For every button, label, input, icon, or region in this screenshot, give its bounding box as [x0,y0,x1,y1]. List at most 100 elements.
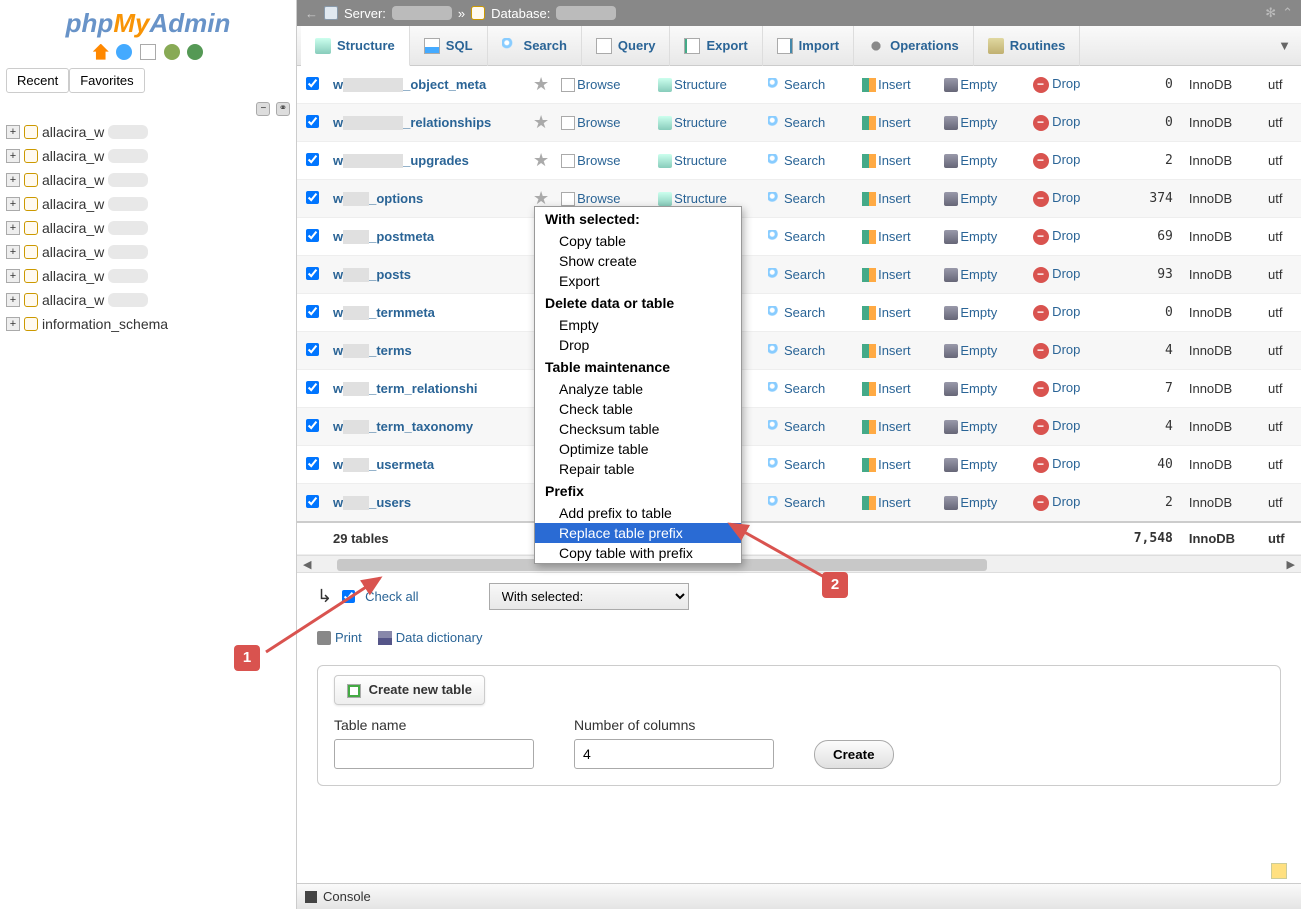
tree-item[interactable]: + allacira_w [6,240,290,264]
collapse-top-icon[interactable]: ⌃ [1282,5,1293,21]
browse-action[interactable]: Browse [555,104,652,142]
checkall-label[interactable]: Check all [365,589,418,604]
data-dictionary-link[interactable]: Data dictionary [378,630,483,645]
ctx-export[interactable]: Export [535,271,741,291]
collapse-all-icon[interactable]: − [256,102,270,116]
empty-action[interactable]: Empty [938,484,1026,523]
table-name[interactable]: w_postmeta [327,218,527,256]
expand-icon[interactable]: + [6,269,20,283]
reload-icon[interactable] [187,44,203,60]
row-checkbox[interactable] [306,419,319,432]
expand-icon[interactable]: + [6,125,20,139]
ctx-empty[interactable]: Empty [535,315,741,335]
insert-action[interactable]: Insert [856,446,938,484]
drop-action[interactable]: − Drop [1027,218,1108,256]
empty-action[interactable]: Empty [938,142,1026,180]
search-action[interactable]: Search [762,180,856,218]
ctx-checksum[interactable]: Checksum table [535,419,741,439]
ctx-check[interactable]: Check table [535,399,741,419]
tab-routines[interactable]: Routines [974,26,1081,66]
browse-action[interactable]: Browse [555,66,652,104]
drop-action[interactable]: − Drop [1027,104,1108,142]
expand-icon[interactable]: + [6,221,20,235]
table-name[interactable]: w_users [327,484,527,523]
database-name-redacted[interactable] [556,6,616,20]
back-icon[interactable]: ← [305,6,318,21]
tree-item[interactable]: + information_schema [6,312,290,336]
console-bar[interactable]: Console [297,883,1301,909]
search-action[interactable]: Search [762,104,856,142]
tab-structure[interactable]: Structure [301,26,410,66]
drop-action[interactable]: − Drop [1027,332,1108,370]
expand-icon[interactable]: + [6,245,20,259]
num-columns-input[interactable] [574,739,774,769]
insert-action[interactable]: Insert [856,218,938,256]
tab-more[interactable]: ▼ [1268,38,1301,53]
search-action[interactable]: Search [762,218,856,256]
tab-search[interactable]: Search [488,26,582,66]
ctx-repair[interactable]: Repair table [535,459,741,479]
row-checkbox[interactable] [306,495,319,508]
table-name[interactable]: w_term_relationshi [327,370,527,408]
tree-item[interactable]: + allacira_w [6,216,290,240]
docs-icon[interactable] [140,44,156,60]
empty-action[interactable]: Empty [938,370,1026,408]
drop-action[interactable]: − Drop [1027,256,1108,294]
row-checkbox[interactable] [306,305,319,318]
row-checkbox[interactable] [306,381,319,394]
expand-icon[interactable]: + [6,173,20,187]
row-checkbox[interactable] [306,267,319,280]
drop-action[interactable]: − Drop [1027,142,1108,180]
tab-export[interactable]: Export [670,26,762,66]
favorite-star[interactable]: ★ [527,104,555,142]
search-action[interactable]: Search [762,66,856,104]
expand-icon[interactable]: + [6,197,20,211]
insert-action[interactable]: Insert [856,370,938,408]
empty-action[interactable]: Empty [938,446,1026,484]
ctx-analyze[interactable]: Analyze table [535,379,741,399]
search-action[interactable]: Search [762,256,856,294]
search-action[interactable]: Search [762,294,856,332]
empty-action[interactable]: Empty [938,256,1026,294]
tab-operations[interactable]: Operations [854,26,974,66]
checkall-checkbox[interactable] [342,590,355,603]
empty-action[interactable]: Empty [938,408,1026,446]
tree-item[interactable]: + allacira_w [6,264,290,288]
with-selected-dropdown[interactable]: With selected: [489,583,689,610]
insert-action[interactable]: Insert [856,104,938,142]
insert-action[interactable]: Insert [856,66,938,104]
table-name[interactable]: w_termmeta [327,294,527,332]
print-link[interactable]: Print [317,630,362,645]
home-icon[interactable] [93,44,109,60]
table-name[interactable]: w_upgrades [327,142,527,180]
drop-action[interactable]: − Drop [1027,294,1108,332]
logo[interactable]: phpMyAdmin [6,8,290,39]
tree-label[interactable]: allacira_w [42,268,104,284]
link-icon[interactable]: ⚭ [276,102,290,116]
row-checkbox[interactable] [306,343,319,356]
recent-button[interactable]: Recent [6,68,69,93]
scroll-left-icon[interactable]: ◀ [303,558,311,571]
table-name[interactable]: w_term_taxonomy [327,408,527,446]
table-name-input[interactable] [334,739,534,769]
drop-action[interactable]: − Drop [1027,446,1108,484]
structure-action[interactable]: Structure [652,104,762,142]
table-name[interactable]: w_relationships [327,104,527,142]
ctx-replace-prefix[interactable]: Replace table prefix [535,523,741,543]
insert-action[interactable]: Insert [856,256,938,294]
search-action[interactable]: Search [762,446,856,484]
tree-label[interactable]: allacira_w [42,196,104,212]
drop-action[interactable]: − Drop [1027,408,1108,446]
scroll-right-icon[interactable]: ▶ [1287,558,1295,571]
row-checkbox[interactable] [306,457,319,470]
drop-action[interactable]: − Drop [1027,180,1108,218]
ctx-copy-table[interactable]: Copy table [535,231,741,251]
table-name[interactable]: w_object_meta [327,66,527,104]
search-action[interactable]: Search [762,370,856,408]
tree-label[interactable]: allacira_w [42,220,104,236]
drop-action[interactable]: − Drop [1027,370,1108,408]
tree-label[interactable]: allacira_w [42,124,104,140]
drop-action[interactable]: − Drop [1027,66,1108,104]
expand-icon[interactable]: + [6,149,20,163]
ctx-optimize[interactable]: Optimize table [535,439,741,459]
